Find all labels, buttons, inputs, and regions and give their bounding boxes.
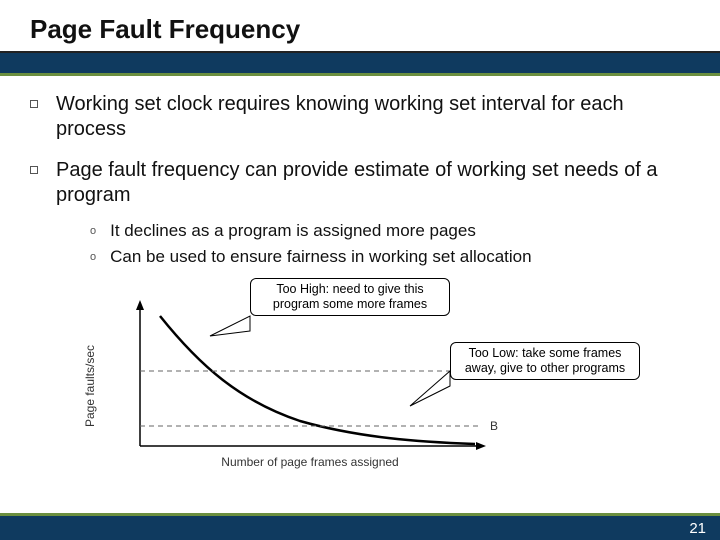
footer-bar: 21 [0,516,720,540]
threshold-b-label: B [490,419,498,433]
sub-bullet-list: o It declines as a program is assigned m… [30,220,690,268]
sub-bullet-text: Can be used to ensure fairness in workin… [110,246,531,268]
content-area: Working set clock requires knowing worki… [0,76,720,476]
y-axis-arrow-icon [136,300,144,310]
sub-bullet-item: o It declines as a program is assigned m… [90,220,690,242]
bullet-item: Page fault frequency can provide estimat… [30,158,690,208]
chart-xlabel: Number of page frames assigned [221,455,398,469]
callout-high-pointer-icon [210,316,250,336]
circle-bullet-icon: o [90,251,96,263]
callout-too-low: Too Low: take some frames away, give to … [450,342,640,380]
callout-too-high: Too High: need to give this program some… [250,278,450,316]
page-number: 21 [689,520,706,537]
fault-rate-curve [160,316,475,444]
chart: Page faults/sec A B Number of page frame… [80,276,640,476]
page-title: Page Fault Frequency [30,14,720,45]
square-bullet-icon [30,100,38,108]
sub-bullet-text: It declines as a program is assigned mor… [110,220,476,242]
chart-ylabel: Page faults/sec [83,345,97,427]
bullet-text: Working set clock requires knowing worki… [56,92,690,142]
header-bar [0,53,720,73]
callout-low-pointer-icon [410,371,450,406]
sub-bullet-item: o Can be used to ensure fairness in work… [90,246,690,268]
x-axis-arrow-icon [476,442,486,450]
square-bullet-icon [30,166,38,174]
bullet-item: Working set clock requires knowing worki… [30,92,690,142]
bullet-text: Page fault frequency can provide estimat… [56,158,690,208]
circle-bullet-icon: o [90,225,96,237]
